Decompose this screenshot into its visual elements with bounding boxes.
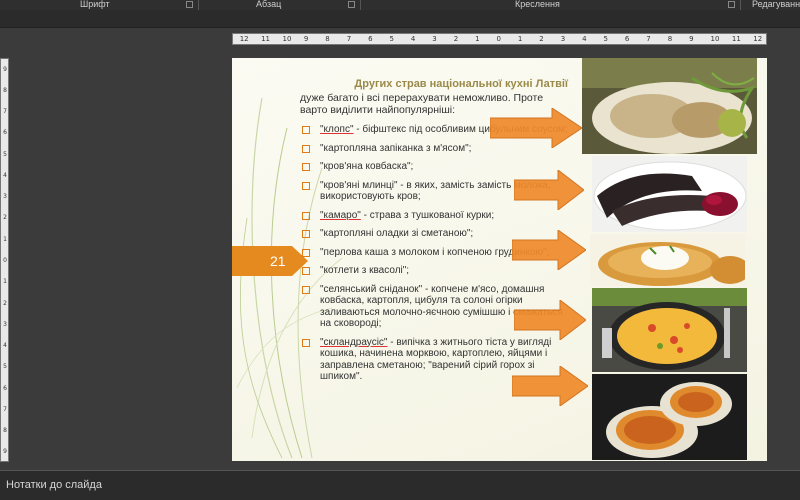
ruler-tick-label: 2 (3, 299, 7, 307)
ruler-tick-label: 3 (3, 193, 7, 201)
ruler-tick-label: 0 (496, 35, 501, 43)
arrow-right-icon[interactable] (490, 108, 582, 148)
ruler-tick-label: 6 (368, 35, 373, 43)
ruler-tick-label: 1 (3, 278, 7, 286)
ruler-tick-label: 2 (539, 35, 544, 43)
ruler-tick-label: 7 (3, 405, 7, 413)
ruler-tick-label: 5 (389, 35, 394, 43)
ruler-tick-label: 7 (346, 35, 352, 43)
photo-potato-pancakes[interactable] (590, 234, 745, 286)
ruler-tick-label: 5 (3, 363, 7, 371)
ribbon-group-labels: Шрифт Абзац Креслення Редагуванн (0, 0, 800, 10)
ribbon-separator (360, 0, 361, 10)
ruler-tick-label: 3 (560, 35, 566, 43)
ruler-tick-label: 6 (3, 129, 7, 137)
arrow-right-icon[interactable] (514, 170, 584, 210)
ruler-tick-label: 9 (303, 35, 309, 43)
ruler-tick-label: 4 (3, 171, 7, 179)
ruler-tick-label: 6 (3, 384, 7, 392)
ribbon-group-drawing: Креслення (515, 0, 560, 9)
ruler-tick-label: 6 (624, 35, 630, 43)
dish-description: "картопляні оладки зі сметаною"; (320, 228, 474, 239)
ribbon-separator (198, 0, 199, 10)
ribbon-edge (0, 10, 800, 28)
dish-name: "скландраусіс" (320, 336, 388, 348)
slide-number: 21 (270, 253, 286, 269)
dish-description: "картопляна запіканка з м'ясом"; (320, 142, 472, 154)
arrow-right-icon[interactable] (512, 230, 586, 270)
bullet-square-icon (302, 181, 310, 190)
bullet-square-icon (302, 285, 310, 294)
bullet-square-icon (302, 248, 310, 257)
bullet-square-icon (302, 267, 310, 275)
ruler-tick-label: 7 (3, 108, 7, 116)
photo-blood-sausage[interactable] (592, 156, 747, 232)
list-item[interactable]: "камаро" - страва з тушкованої курки; (302, 210, 570, 222)
ruler-tick-label: 2 (453, 35, 459, 43)
ruler-tick-label: 8 (3, 86, 7, 94)
photo-farmers-breakfast[interactable] (592, 288, 747, 372)
dish-name: "клопс" (320, 124, 354, 135)
slide-number-arrow: 21 (232, 246, 308, 276)
ruler-tick-label: 8 (325, 35, 330, 43)
ribbon-group-editing: Редагуванн (752, 0, 800, 9)
ruler-tick-label: 3 (432, 35, 437, 43)
paragraph-dialog-launcher-icon[interactable] (348, 1, 355, 8)
ruler-tick-label: 10 (710, 35, 720, 43)
bullet-square-icon (302, 144, 310, 153)
bullet-square-icon (302, 338, 310, 347)
bullet-square-icon (302, 230, 310, 238)
ruler-tick-label: 4 (410, 35, 416, 43)
arrow-right-icon[interactable] (514, 300, 586, 340)
font-dialog-launcher-icon[interactable] (186, 1, 193, 8)
dish-description: - страва з тушкованої курки; (360, 209, 495, 221)
photo-sklandrausis[interactable] (592, 374, 747, 460)
bullet-square-icon (302, 163, 310, 171)
ruler-tick-label: 1 (475, 35, 480, 43)
dish-description: "котлети з квасолі"; (320, 265, 410, 276)
arrow-right-icon[interactable] (512, 366, 588, 406)
dish-description: "кров'яна ковбаска"; (320, 161, 414, 172)
vertical-ruler[interactable]: 9 8 7 6 5 4 3 2 1 0 1 2 3 4 5 6 7 8 9 (0, 58, 9, 462)
notes-placeholder[interactable]: Нотатки до слайда (6, 479, 102, 491)
ruler-tick-label: 8 (667, 35, 673, 43)
bullet-square-icon (302, 211, 310, 220)
slide-notes-bar[interactable]: Нотатки до слайда (0, 470, 800, 500)
ruler-tick-label: 8 (3, 427, 7, 435)
ruler-tick-label: 5 (603, 35, 608, 43)
ruler-tick-label: 9 (689, 35, 694, 43)
ruler-tick-label: 12 (239, 35, 249, 43)
ruler-tick-label: 9 (3, 65, 7, 73)
ruler-tick-label: 12 (753, 35, 763, 43)
ruler-tick-label: 7 (646, 35, 651, 43)
slide-title[interactable]: Других страв національної кухні Латвії (328, 78, 568, 90)
horizontal-ruler[interactable]: 12 11 10 9 8 7 6 5 4 3 2 1 0 1 2 3 4 5 6 7 8 9 10 11 12 (232, 33, 767, 45)
ruler-tick-label: 4 (582, 35, 587, 43)
ruler-tick-label: 9 (3, 448, 7, 456)
photo-klops-dish[interactable] (582, 58, 757, 154)
ruler-tick-label: 2 (3, 214, 7, 222)
ribbon-group-paragraph: Абзац (256, 0, 282, 9)
ruler-tick-label: 3 (3, 320, 7, 328)
ruler-tick-label: 0 (3, 257, 7, 264)
slide-canvas[interactable]: 21 Других страв національної кухні Латві… (232, 58, 767, 461)
ruler-tick-label: 11 (731, 35, 741, 43)
ribbon-group-font: Шрифт (80, 0, 110, 9)
ruler-tick-label: 1 (517, 35, 523, 43)
ruler-tick-label: 5 (3, 150, 7, 158)
bullet-square-icon (302, 126, 310, 134)
ruler-tick-label: 4 (3, 342, 7, 350)
ruler-tick-label: 11 (261, 35, 271, 43)
ruler-tick-label: 10 (282, 35, 292, 43)
dish-name: "камаро" (320, 209, 361, 221)
drawing-dialog-launcher-icon[interactable] (728, 1, 735, 8)
ruler-tick-label: 1 (3, 235, 7, 243)
ribbon-separator (740, 0, 741, 10)
